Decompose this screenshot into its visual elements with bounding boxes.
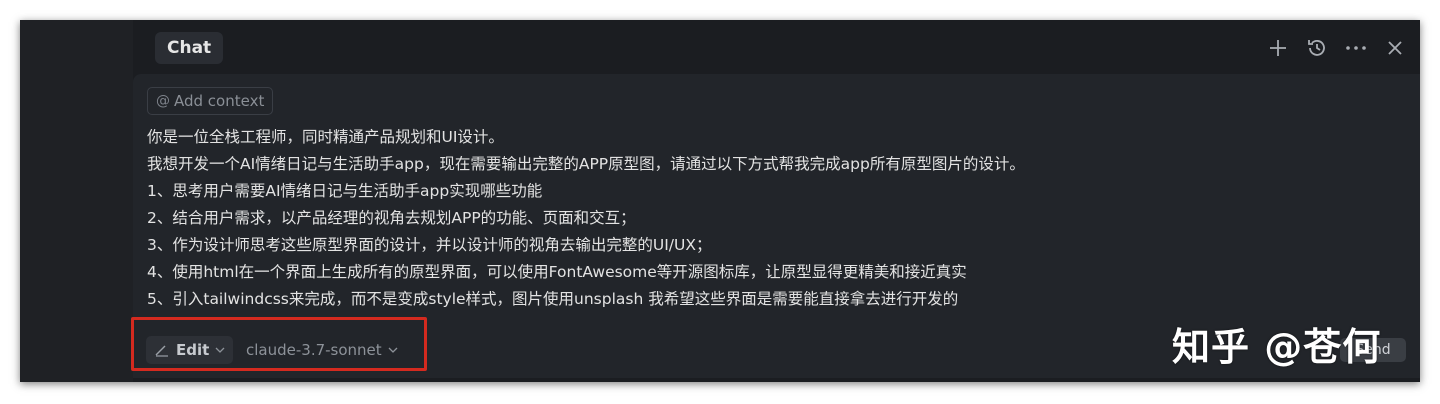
chat-header: Chat <box>133 20 1420 74</box>
history-icon[interactable] <box>1297 34 1336 62</box>
chevron-down-icon <box>215 347 225 353</box>
mode-select[interactable]: Edit <box>146 336 234 364</box>
watermark: 知乎 @苍何 <box>1172 325 1382 369</box>
pencil-icon <box>155 345 168 357</box>
close-icon[interactable] <box>1375 34 1414 62</box>
add-context-label: Add context <box>174 92 265 110</box>
prompt-line: 1、思考用户需要AI情绪日记与生活助手app实现哪些功能 <box>147 182 543 200</box>
prompt-line: 我想开发一个AI情绪日记与生活助手app，现在需要输出完整的APP原型图，请通过… <box>147 155 1025 173</box>
at-icon: @ <box>156 93 170 109</box>
plus-icon[interactable] <box>1258 34 1297 62</box>
prompt-line: 5、引入tailwindcss来完成，而不是变成style样式，图片使用unsp… <box>147 290 959 308</box>
tab-chat[interactable]: Chat <box>155 32 224 64</box>
prompt-line: 你是一位全栈工程师，同时精通产品规划和UI设计。 <box>147 128 504 146</box>
model-label: claude-3.7-sonnet <box>246 341 382 359</box>
header-actions <box>1258 34 1414 62</box>
chevron-down-icon <box>388 347 398 353</box>
editor-side-pane <box>20 20 133 382</box>
prompt-text[interactable]: 你是一位全栈工程师，同时精通产品规划和UI设计。 我想开发一个AI情绪日记与生活… <box>147 124 1407 313</box>
more-icon[interactable] <box>1336 34 1375 62</box>
prompt-line: 2、结合用户需求，以产品经理的视角去规划APP的功能、页面和交互； <box>147 209 636 227</box>
prompt-line: 3、作为设计师思考这些原型界面的设计，并以设计师的视角去输出完整的UI/UX； <box>147 236 712 254</box>
model-select[interactable]: claude-3.7-sonnet <box>246 336 398 364</box>
prompt-line: 4、使用html在一个界面上生成所有的原型界面，可以使用FontAwesome等… <box>147 263 967 281</box>
add-context-button[interactable]: @ Add context <box>147 87 274 115</box>
mode-label: Edit <box>176 341 210 359</box>
